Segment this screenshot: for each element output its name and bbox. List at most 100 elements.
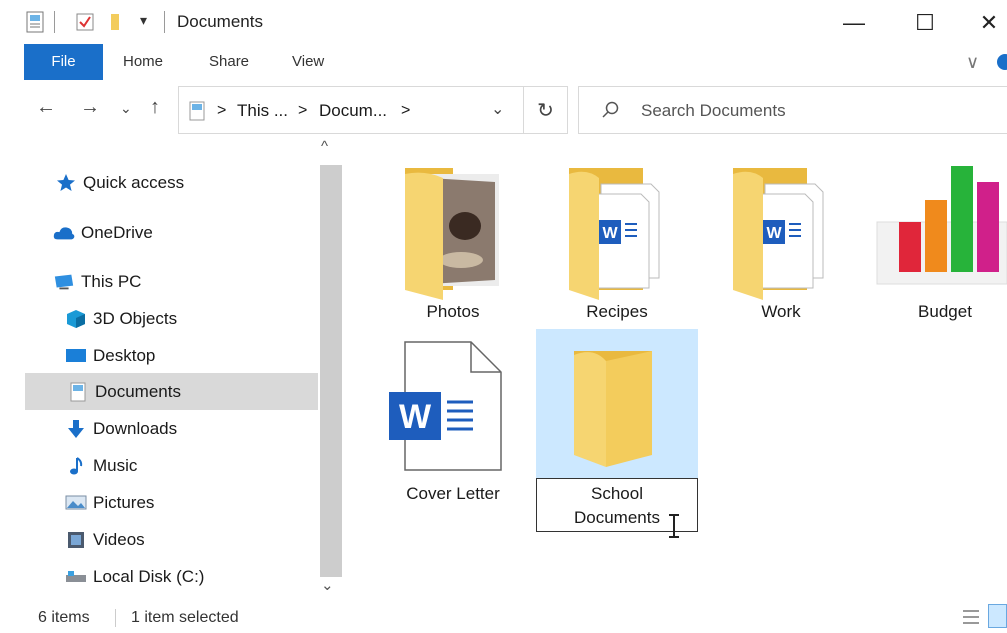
- ribbon-expand-icon[interactable]: ∨: [966, 52, 979, 73]
- forward-button[interactable]: →: [80, 96, 100, 119]
- window-title: Documents: [177, 12, 263, 31]
- rename-line-1: School: [591, 484, 643, 503]
- sidebar-item-label: 3D Objects: [93, 308, 178, 328]
- sidebar-item-label: Pictures: [93, 492, 155, 512]
- search-box[interactable]: Search Documents: [578, 86, 1007, 134]
- word-folder-icon: W: [733, 168, 824, 300]
- file-item-recipes[interactable]: W Recipes: [537, 160, 697, 330]
- folder-icon: [574, 351, 652, 467]
- scroll-up-button[interactable]: ^: [321, 138, 328, 155]
- ribbon-tabs: File Home Share View ∨: [0, 44, 1007, 84]
- file-name: Photos: [426, 302, 480, 321]
- selection-count: 1 item selected: [131, 609, 239, 626]
- sidebar-item-3d-objects[interactable]: 3D Objects: [25, 300, 318, 337]
- details-view-icon[interactable]: [962, 608, 980, 631]
- maximize-icon: ☐: [915, 10, 935, 35]
- tab-view[interactable]: View: [292, 44, 324, 80]
- documents-location-icon: [189, 101, 205, 126]
- sidebar-item-videos[interactable]: Videos: [25, 521, 318, 558]
- sidebar-item-onedrive[interactable]: OneDrive: [25, 214, 318, 251]
- sidebar-item-label: Downloads: [93, 418, 178, 438]
- sidebar-item-label: Videos: [93, 529, 145, 549]
- file-item-school-documents[interactable]: [536, 329, 698, 479]
- help-icon[interactable]: [997, 54, 1007, 70]
- crumb-separator: >: [217, 102, 227, 119]
- sidebar-item-pictures[interactable]: Pictures: [25, 484, 318, 521]
- sidebar-item-label: Quick access: [83, 172, 185, 192]
- file-item-budget[interactable]: Budget: [865, 160, 1007, 330]
- title-bar: ▾ Documents — ☐ ✕: [0, 0, 1007, 44]
- svg-text:W: W: [602, 225, 618, 242]
- status-bar: 6 items 1 item selected: [0, 598, 1007, 633]
- sidebar-item-label: Documents: [95, 381, 181, 401]
- file-name: Cover Letter: [406, 484, 500, 503]
- cube-icon: [65, 309, 87, 328]
- close-icon: ✕: [979, 10, 999, 35]
- sidebar-item-desktop[interactable]: Desktop: [25, 337, 318, 374]
- sidebar-scroll-thumb[interactable]: [320, 165, 342, 577]
- breadcrumb-documents[interactable]: Docum...: [319, 101, 387, 121]
- refresh-button[interactable]: ↻: [524, 86, 568, 134]
- back-button[interactable]: ←: [36, 96, 56, 119]
- svg-text:W: W: [766, 225, 782, 242]
- file-name: Budget: [918, 302, 972, 321]
- up-button[interactable]: ↑: [150, 96, 160, 119]
- crumb-separator: >: [298, 102, 308, 119]
- tab-home[interactable]: Home: [123, 44, 163, 80]
- sidebar-item-label: This PC: [81, 271, 142, 291]
- word-document-icon: W: [389, 341, 502, 471]
- documents-icon: [67, 382, 89, 401]
- file-item-work[interactable]: W Work: [701, 160, 861, 330]
- sidebar-item-this-pc[interactable]: This PC: [25, 263, 318, 300]
- close-button[interactable]: ✕: [966, 6, 1007, 40]
- explorer-app-icon[interactable]: [26, 11, 44, 38]
- sidebar-item-quick-access[interactable]: Quick access: [25, 164, 318, 201]
- file-name: Recipes: [586, 302, 648, 321]
- separator: [115, 609, 116, 627]
- tab-file[interactable]: File: [24, 44, 103, 80]
- separator: [54, 11, 55, 33]
- music-note-icon: [65, 456, 87, 475]
- new-folder-icon[interactable]: [108, 12, 126, 37]
- sidebar-item-local-disk[interactable]: Local Disk (C:): [25, 558, 318, 595]
- star-icon: [55, 173, 77, 192]
- separator: [164, 11, 165, 33]
- scroll-down-button[interactable]: ⌄: [321, 576, 334, 594]
- file-item-cover-letter[interactable]: W Cover Letter: [373, 338, 533, 508]
- sidebar-item-label: OneDrive: [81, 222, 153, 242]
- crumb-separator: >: [401, 102, 411, 119]
- item-count: 6 items: [38, 609, 90, 626]
- quick-access-dropdown-icon[interactable]: ▾: [140, 12, 147, 29]
- recent-locations-button[interactable]: ⌄: [120, 100, 132, 117]
- address-bar[interactable]: > This ... > Docum... > ⌄: [178, 86, 524, 134]
- sidebar-item-downloads[interactable]: Downloads: [25, 410, 318, 447]
- download-arrow-icon: [65, 419, 87, 438]
- breadcrumb-this-pc[interactable]: This ...: [237, 101, 288, 121]
- disk-icon: [65, 568, 87, 586]
- minimize-button[interactable]: —: [831, 6, 877, 40]
- search-placeholder: Search Documents: [641, 101, 786, 120]
- sidebar-item-documents[interactable]: Documents: [25, 373, 318, 410]
- address-dropdown-icon[interactable]: ⌄: [491, 99, 504, 119]
- maximize-button[interactable]: ☐: [902, 6, 948, 40]
- navigation-pane: Quick access OneDrive This PC 3D Objects…: [0, 136, 318, 598]
- sidebar-item-music[interactable]: Music: [25, 447, 318, 484]
- desktop-icon: [65, 347, 87, 365]
- videos-icon: [65, 531, 87, 549]
- refresh-icon: ↻: [537, 99, 554, 122]
- minimize-icon: —: [843, 10, 865, 35]
- cloud-icon: [53, 224, 75, 242]
- tab-share[interactable]: Share: [209, 44, 249, 80]
- word-folder-icon: W: [569, 168, 660, 300]
- large-icons-view-icon[interactable]: [988, 604, 1007, 628]
- svg-text:W: W: [399, 398, 432, 436]
- pictures-icon: [65, 494, 87, 512]
- file-name: Work: [761, 302, 801, 321]
- text-cursor-icon: [666, 512, 682, 545]
- sidebar-item-label: Local Disk (C:): [93, 566, 205, 586]
- properties-icon[interactable]: [76, 13, 94, 36]
- search-icon: [601, 100, 621, 125]
- sidebar-item-label: Music: [93, 455, 138, 475]
- file-item-photos[interactable]: Photos: [373, 160, 533, 330]
- computer-icon: [53, 273, 75, 291]
